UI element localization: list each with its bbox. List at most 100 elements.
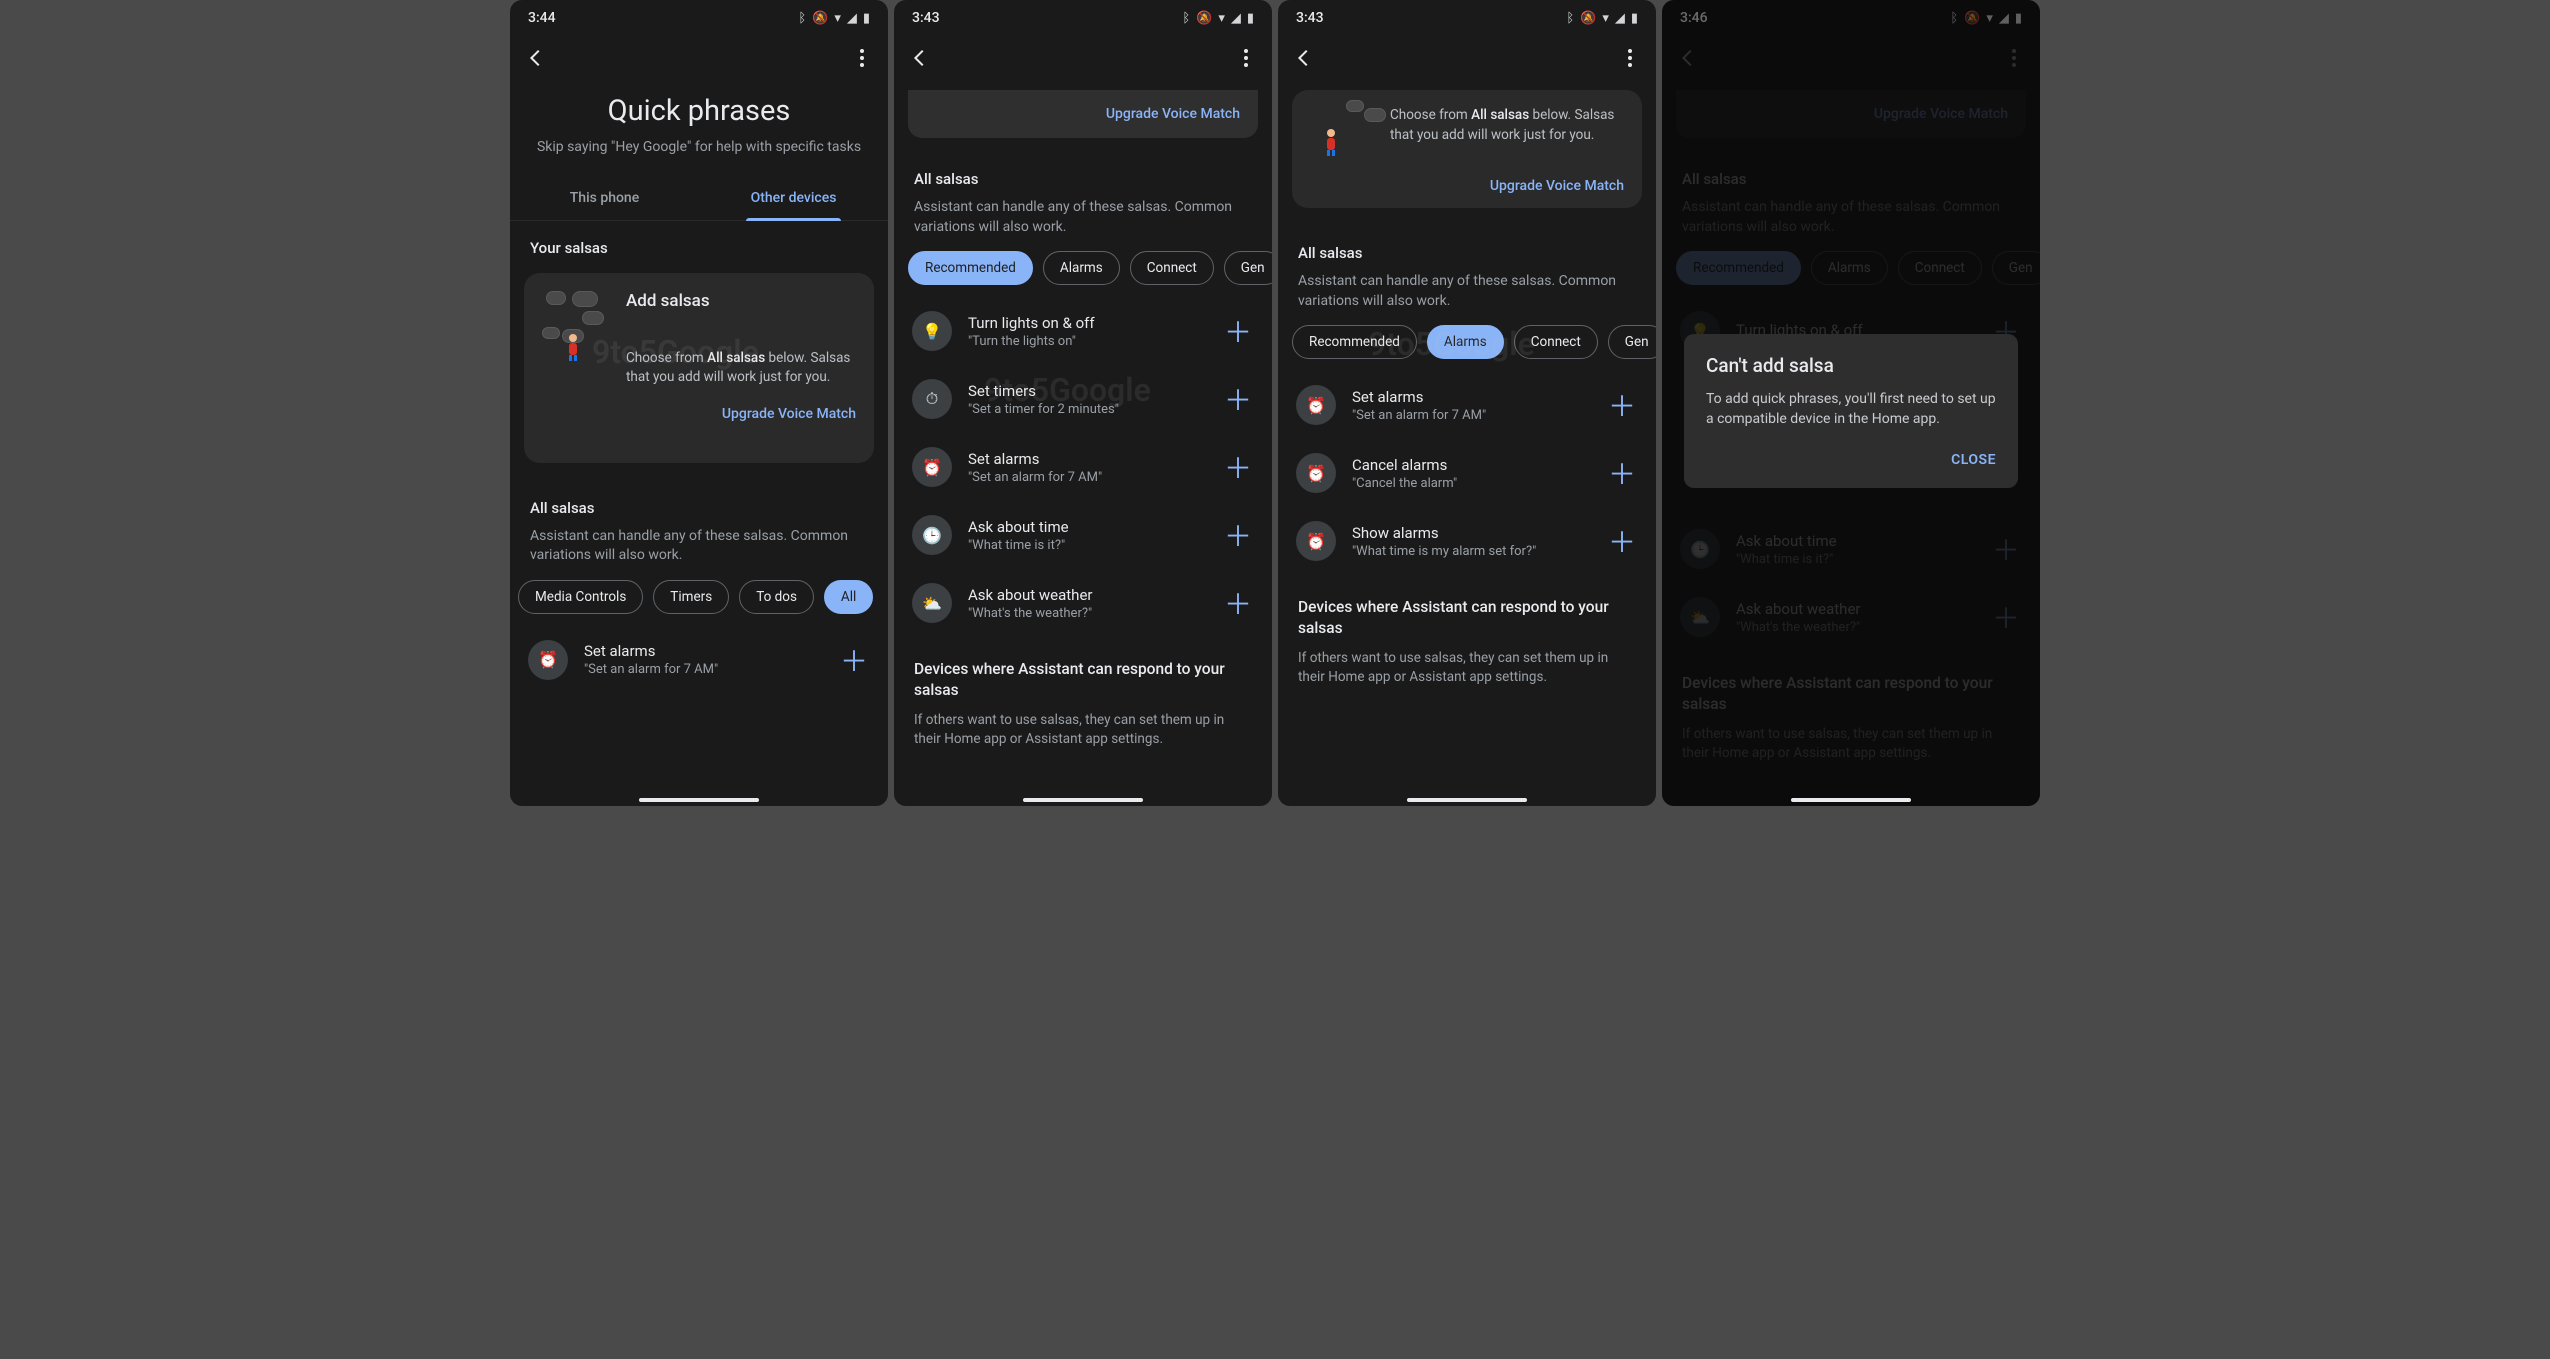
tab-other-devices[interactable]: Other devices: [699, 176, 888, 220]
chip-alarms[interactable]: Alarms: [1427, 325, 1504, 359]
screen-4: 3:46 ᛒ 🔕 ▾ ◢ ▮ Upgrade Voice Match All s…: [1662, 0, 2040, 806]
chip-all[interactable]: All: [824, 580, 873, 614]
list-item: ⛅ Ask about weather"What's the weather?"…: [894, 569, 1272, 637]
signal-icon: ◢: [1615, 11, 1625, 26]
dnd-icon: 🔕: [1196, 11, 1212, 26]
filter-chips: Media Controls Timers To dos All: [510, 578, 888, 626]
upgrade-voice-match-button[interactable]: Upgrade Voice Match: [1106, 106, 1240, 122]
item-example: "What time is my alarm set for?": [1352, 544, 1590, 559]
list-item: 💡 Turn lights on & off"Turn the lights o…: [894, 297, 1272, 365]
app-bar: [894, 36, 1272, 90]
all-salsas-heading: All salsas: [1278, 226, 1656, 272]
bluetooth-icon: ᛒ: [1182, 11, 1190, 26]
overflow-menu-button[interactable]: [1234, 46, 1258, 70]
clock: 3:43: [912, 10, 940, 26]
chip-general[interactable]: Gen: [1608, 325, 1656, 359]
devices-heading: Devices where Assistant can respond to y…: [894, 637, 1272, 709]
salsas-illustration: [542, 291, 612, 361]
filter-chips: Recommended Alarms Connect Gen: [1278, 323, 1656, 371]
status-icons: ᛒ 🔕 ▾ ◢ ▮: [1182, 11, 1254, 26]
bluetooth-icon: ᛒ: [1566, 11, 1574, 26]
screen-3: 3:43 ᛒ 🔕 ▾ ◢ ▮ Choose from All sa: [1278, 0, 1656, 806]
back-button[interactable]: [524, 46, 548, 70]
item-example: "Set an alarm for 7 AM": [584, 662, 822, 677]
battery-icon: ▮: [1631, 11, 1638, 26]
dnd-icon: 🔕: [812, 11, 828, 26]
chip-media-controls[interactable]: Media Controls: [518, 580, 643, 614]
item-example: "Set a timer for 2 minutes": [968, 402, 1206, 417]
chip-general[interactable]: Gen: [1224, 251, 1272, 285]
nav-handle[interactable]: [1023, 798, 1143, 802]
alarm-icon: ⏰: [1296, 385, 1336, 425]
dialog-close-button[interactable]: CLOSE: [1951, 452, 1996, 468]
status-bar: 3:43 ᛒ 🔕 ▾ ◢ ▮: [1278, 0, 1656, 36]
person-icon: [566, 333, 580, 361]
clock-icon: 🕒: [912, 515, 952, 555]
list-item: ⏰ Set alarms"Set an alarm for 7 AM" ＋: [894, 433, 1272, 501]
chip-timers[interactable]: Timers: [653, 580, 729, 614]
your-salsas-heading: Your salsas: [510, 221, 888, 267]
upgrade-card-bottom: Upgrade Voice Match: [908, 90, 1258, 138]
status-bar: 3:43 ᛒ 🔕 ▾ ◢ ▮: [894, 0, 1272, 36]
item-example: "Set an alarm for 7 AM": [1352, 408, 1590, 423]
app-bar: [510, 36, 888, 90]
person-icon: [1324, 128, 1338, 156]
add-button[interactable]: ＋: [1222, 515, 1254, 555]
overflow-menu-button[interactable]: [850, 46, 874, 70]
overflow-menu-button[interactable]: [1618, 46, 1642, 70]
chip-recommended[interactable]: Recommended: [1292, 325, 1417, 359]
item-example: "What time is it?": [968, 538, 1206, 553]
back-button[interactable]: [1292, 46, 1316, 70]
item-title: Set timers: [968, 382, 1206, 400]
signal-icon: ◢: [1231, 11, 1241, 26]
add-button[interactable]: ＋: [1606, 385, 1638, 425]
add-button[interactable]: ＋: [1606, 521, 1638, 561]
item-title: Turn lights on & off: [968, 314, 1206, 332]
add-salsas-card: Choose from All salsas below. Salsas tha…: [1292, 90, 1642, 208]
item-example: "What's the weather?": [968, 606, 1206, 621]
chip-recommended[interactable]: Recommended: [908, 251, 1033, 285]
add-button[interactable]: ＋: [1606, 453, 1638, 493]
add-button[interactable]: ＋: [1222, 583, 1254, 623]
add-button[interactable]: ＋: [838, 640, 870, 680]
devices-body: If others want to use salsas, they can s…: [894, 709, 1272, 749]
add-button[interactable]: ＋: [1222, 311, 1254, 351]
chip-alarms[interactable]: Alarms: [1043, 251, 1120, 285]
chip-connect[interactable]: Connect: [1130, 251, 1214, 285]
weather-icon: ⛅: [912, 583, 952, 623]
nav-handle[interactable]: [1791, 798, 1911, 802]
add-salsas-body: Choose from All salsas below. Salsas tha…: [1390, 106, 1624, 145]
tab-this-phone[interactable]: This phone: [510, 176, 699, 220]
list-item: ⏰ Set alarms "Set an alarm for 7 AM" ＋: [510, 626, 888, 694]
all-salsas-description: Assistant can handle any of these salsas…: [1298, 272, 1636, 311]
alarm-icon: ⏰: [912, 447, 952, 487]
nav-handle[interactable]: [639, 798, 759, 802]
error-dialog: Can't add salsa To add quick phrases, yo…: [1684, 334, 2018, 488]
alarm-icon: ⏰: [528, 640, 568, 680]
filter-chips: Recommended Alarms Connect Gen: [894, 249, 1272, 297]
list-item: 🕒 Ask about time"What time is it?" ＋: [894, 501, 1272, 569]
clock: 3:44: [528, 10, 556, 26]
add-salsas-title: Add salsas: [626, 291, 856, 311]
back-button[interactable]: [908, 46, 932, 70]
page-subtitle: Skip saying "Hey Google" for help with s…: [534, 138, 864, 158]
item-title: Show alarms: [1352, 524, 1590, 542]
chip-to-dos[interactable]: To dos: [739, 580, 814, 614]
item-title: Set alarms: [584, 642, 822, 660]
item-example: "Cancel the alarm": [1352, 476, 1590, 491]
upgrade-voice-match-button[interactable]: Upgrade Voice Match: [722, 406, 856, 422]
add-button[interactable]: ＋: [1222, 447, 1254, 487]
chip-connect[interactable]: Connect: [1514, 325, 1598, 359]
add-button[interactable]: ＋: [1222, 379, 1254, 419]
lightbulb-icon: 💡: [912, 311, 952, 351]
nav-handle[interactable]: [1407, 798, 1527, 802]
bluetooth-icon: ᛒ: [798, 11, 806, 26]
upgrade-voice-match-button[interactable]: Upgrade Voice Match: [1490, 178, 1624, 194]
devices-heading: Devices where Assistant can respond to y…: [1278, 575, 1656, 647]
battery-icon: ▮: [1247, 11, 1254, 26]
all-salsas-heading: All salsas: [510, 481, 888, 527]
status-bar: 3:44 ᛒ 🔕 ▾ ◢ ▮: [510, 0, 888, 36]
page-title: Quick phrases: [530, 94, 868, 128]
all-salsas-heading: All salsas: [894, 152, 1272, 198]
dialog-title: Can't add salsa: [1706, 354, 1996, 377]
